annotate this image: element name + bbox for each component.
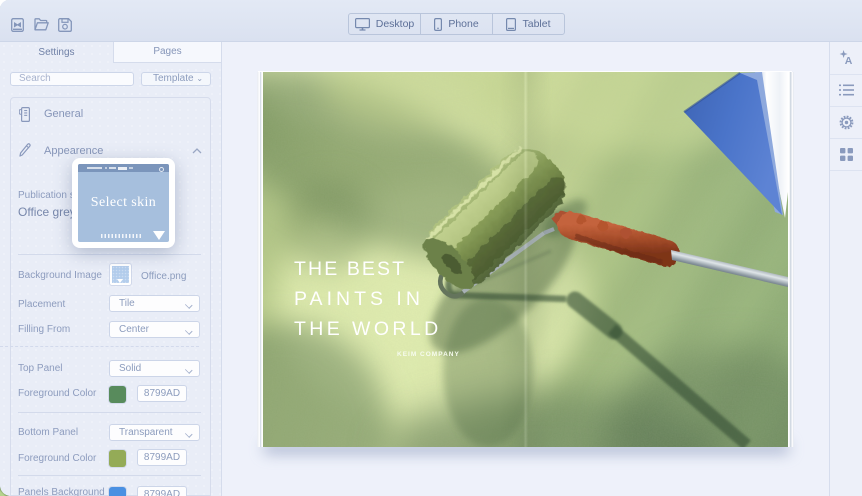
svg-text:A: A xyxy=(844,55,852,66)
